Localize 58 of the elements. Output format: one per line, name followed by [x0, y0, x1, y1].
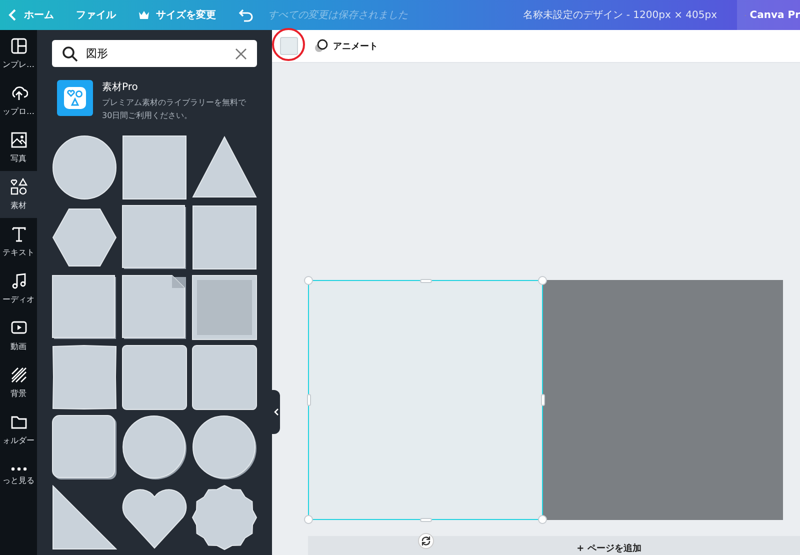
highlight-circle [272, 28, 305, 61]
rotate-button[interactable] [418, 533, 434, 549]
rough-square-shape[interactable] [52, 345, 117, 410]
sidebar-tab[interactable]: ップロ… [0, 77, 37, 124]
sidebar-tab[interactable]: 動画 [0, 312, 37, 359]
elements-pro-icon[interactable] [57, 80, 93, 116]
color-swatch[interactable] [280, 37, 298, 55]
promo-title[interactable]: 素材Pro [102, 80, 252, 94]
shapes-icon [10, 178, 28, 196]
search-icon [62, 46, 78, 62]
sidebar-tab[interactable]: っと見る [0, 453, 37, 500]
shadow-circle-shape[interactable] [192, 415, 257, 480]
undo-icon[interactable] [238, 8, 254, 22]
resize-handle[interactable] [304, 276, 313, 285]
text-icon [10, 225, 28, 243]
sidebar-tab[interactable]: ーディオ [0, 265, 37, 312]
save-status: すべての変更は保存されました [268, 8, 408, 22]
sidebar-tab[interactable]: 素材 [0, 171, 37, 218]
more-icon [10, 467, 26, 471]
design-title: 名称未設定のデザイン - 1200px × 405px [523, 8, 717, 22]
animation-icon [314, 39, 328, 53]
shadow-square-shape[interactable] [122, 205, 187, 270]
close-icon[interactable] [235, 48, 247, 60]
resize-handle[interactable] [306, 394, 310, 406]
right-triangle-shape[interactable] [52, 485, 117, 550]
animate-button[interactable]: アニメート [314, 39, 378, 53]
search-field[interactable]: 図形 [52, 40, 257, 67]
triangle-shape[interactable] [192, 135, 257, 200]
stripes-icon [10, 366, 28, 384]
resize-handle[interactable] [420, 518, 432, 522]
back-icon [8, 9, 18, 21]
add-page-button[interactable]: + ページを追加 [576, 542, 642, 554]
music-note-icon [10, 272, 28, 290]
resize-handle[interactable] [538, 276, 547, 285]
square-shape[interactable] [192, 205, 257, 270]
shadow-rounded-shape[interactable] [52, 415, 117, 480]
layout-icon [10, 37, 28, 55]
resize-handle[interactable] [304, 515, 313, 524]
sidebar-tab[interactable]: ォルダー [0, 406, 37, 453]
pro-button[interactable]: Canva Pr [737, 0, 800, 30]
resize-handle[interactable] [538, 515, 547, 524]
sidebar-tab[interactable]: ンプレ… [0, 30, 37, 77]
shadow-square-shape[interactable] [52, 275, 117, 340]
chevron-left-icon [274, 408, 278, 416]
shadow-circle-shape[interactable] [122, 415, 187, 480]
sidebar-tab[interactable]: 背景 [0, 359, 37, 406]
scalloped-shape[interactable] [192, 485, 257, 550]
rotate-icon [421, 536, 431, 546]
resize-handle[interactable] [420, 278, 432, 282]
cloud-upload-icon [10, 84, 28, 102]
sidebar-tab[interactable]: 写真 [0, 124, 37, 171]
promo-text: プレミアム素材のライブラリーを無料で30日間ご利用ください。 [102, 97, 247, 122]
folded-square-shape[interactable] [122, 275, 187, 340]
collapse-tab[interactable] [272, 390, 280, 434]
circle-shape[interactable] [52, 135, 117, 200]
sidebar-tab[interactable]: テキスト [0, 218, 37, 265]
square-shape[interactable] [122, 135, 187, 200]
image-icon [10, 131, 28, 149]
